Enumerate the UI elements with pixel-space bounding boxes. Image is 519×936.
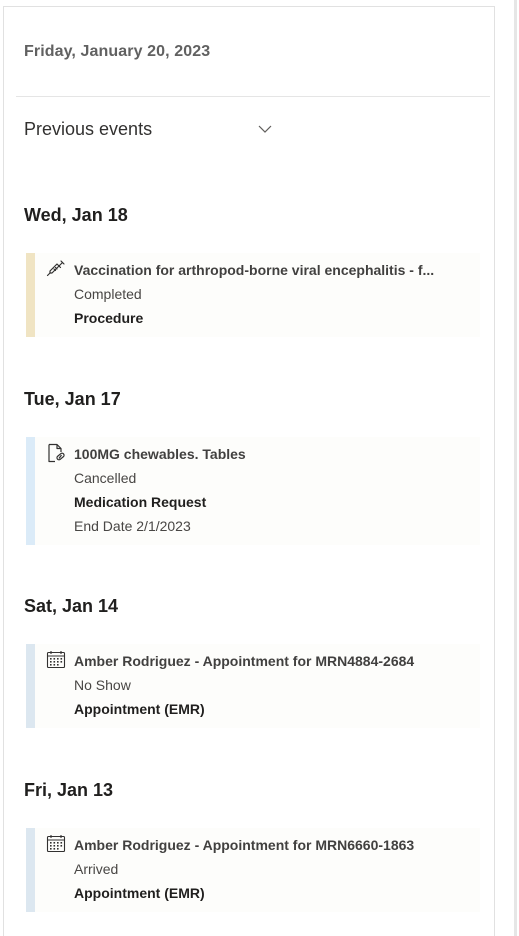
group-date: Sat, Jan 14 [24, 596, 119, 616]
card-accent-bar [26, 437, 35, 545]
event-type: Procedure [74, 310, 144, 326]
timeline-group: Fri, Jan 13 Amber Rodriguez - Appointmen… [24, 778, 480, 912]
timeline-group: Tue, Jan 17 100MG chewables. Tables Canc… [24, 387, 480, 545]
timeline-group: Wed, Jan 18 Vaccination for arthropod-bo… [24, 203, 480, 337]
card-accent-bar [26, 828, 35, 912]
timeline-page: Friday, January 20, 2023 Previous events… [0, 0, 519, 936]
card-accent-bar [26, 253, 35, 337]
event-type: Appointment (EMR) [74, 701, 205, 717]
calendar-icon [46, 835, 66, 853]
group-date: Tue, Jan 17 [24, 389, 121, 409]
current-date: Friday, January 20, 2023 [24, 43, 211, 60]
card-accent-bar [26, 644, 35, 728]
group-date: Wed, Jan 18 [24, 205, 128, 225]
event-end-date: End Date 2/1/2023 [74, 518, 191, 534]
timeline-card-appointment[interactable]: Amber Rodriguez - Appointment for MRN488… [26, 644, 480, 728]
event-status: No Show [74, 677, 131, 693]
event-status: Completed [74, 286, 142, 302]
syringe-icon [46, 260, 65, 277]
timeline-card-appointment[interactable]: Amber Rodriguez - Appointment for MRN666… [26, 828, 480, 912]
event-title: Amber Rodriguez - Appointment for MRN488… [74, 653, 415, 669]
header-divider [16, 96, 490, 97]
event-status: Arrived [74, 861, 119, 877]
prescription-icon [48, 443, 65, 463]
events-filter-dropdown[interactable]: Previous events [24, 116, 276, 142]
event-type: Medication Request [74, 494, 207, 510]
event-status: Cancelled [74, 470, 137, 486]
timeline-card-procedure[interactable]: Vaccination for arthropod-borne viral en… [26, 253, 480, 337]
scrollbar[interactable] [514, 0, 517, 936]
chevron-down-icon [258, 125, 272, 133]
event-title: Amber Rodriguez - Appointment for MRN666… [74, 837, 415, 853]
group-date: Fri, Jan 13 [24, 780, 114, 800]
event-title: Vaccination for arthropod-borne viral en… [74, 262, 435, 278]
timeline-card-medication[interactable]: 100MG chewables. Tables Cancelled Medica… [26, 437, 480, 545]
calendar-icon [46, 651, 66, 669]
event-title: 100MG chewables. Tables [74, 446, 246, 462]
timeline-group: Sat, Jan 14 Amber Rodriguez - Appointmen… [24, 594, 480, 728]
event-type: Appointment (EMR) [74, 885, 205, 901]
filter-label: Previous events [24, 118, 153, 139]
